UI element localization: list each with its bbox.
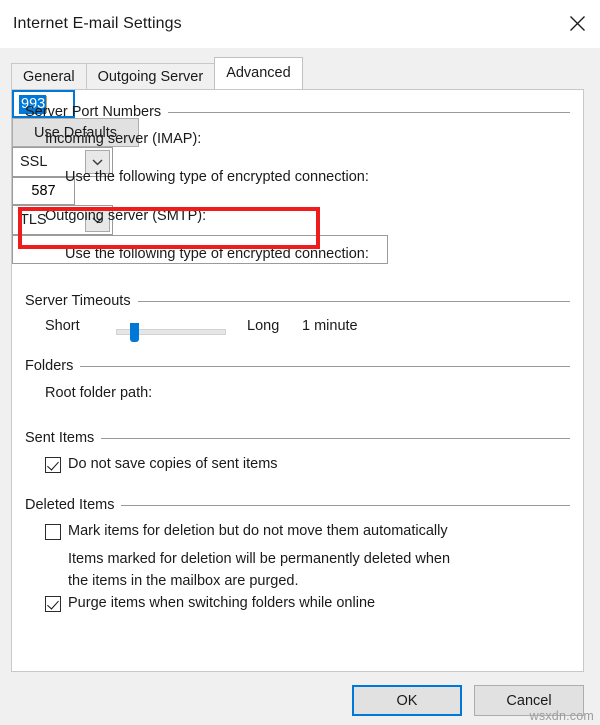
deletion-hint-line-2: the items in the mailbox are purged.: [68, 571, 299, 592]
close-icon: [569, 15, 586, 32]
outgoing-encryption-value: TLS: [13, 212, 47, 228]
group-rule: [121, 505, 570, 506]
timeout-long-label-wrap: Long: [247, 318, 279, 334]
group-label-server-timeouts: Server Timeouts: [25, 293, 138, 309]
group-rule: [101, 438, 570, 439]
checkbox-box[interactable]: [45, 524, 61, 540]
tab-strip: General Outgoing Server Advanced: [11, 58, 302, 89]
advanced-tab-panel: Server Port Numbers Incoming server (IMA…: [11, 89, 584, 672]
group-server-timeouts: Server Timeouts: [25, 293, 570, 309]
checkbox-do-not-save-copies[interactable]: Do not save copies of sent items: [45, 456, 278, 473]
group-rule: [80, 366, 570, 367]
checkbox-label: Purge items when switching folders while…: [68, 595, 375, 611]
outgoing-encryption-row: Use the following type of encrypted conn…: [65, 246, 369, 262]
timeout-short-label-wrap: Short: [45, 318, 80, 334]
group-label-folders: Folders: [25, 358, 80, 374]
window-title: Internet E-mail Settings: [13, 15, 182, 33]
outgoing-server-row: Outgoing server (SMTP):: [45, 208, 206, 224]
group-label-sent-items: Sent Items: [25, 430, 101, 446]
group-server-port-numbers: Server Port Numbers: [25, 104, 570, 120]
cancel-button-label: Cancel: [506, 693, 551, 709]
timeout-slider-thumb[interactable]: [130, 323, 139, 342]
group-deleted-items: Deleted Items: [25, 497, 570, 513]
incoming-encryption-value: SSL: [13, 154, 47, 170]
timeout-short-label: Short: [45, 318, 80, 334]
timeout-value-label: 1 minute: [302, 318, 358, 334]
checkbox-box[interactable]: [45, 457, 61, 473]
tab-advanced[interactable]: Advanced: [214, 57, 303, 89]
timeout-long-label: Long: [247, 318, 279, 334]
incoming-encryption-label: Use the following type of encrypted conn…: [65, 169, 369, 185]
checkbox-purge-items[interactable]: Purge items when switching folders while…: [45, 595, 375, 612]
checkbox-label: Do not save copies of sent items: [68, 456, 278, 472]
deletion-hint-line-1: Items marked for deletion will be perman…: [68, 549, 450, 570]
incoming-server-label: Incoming server (IMAP):: [45, 131, 201, 147]
group-label-server-port-numbers: Server Port Numbers: [25, 104, 168, 120]
group-folders: Folders: [25, 358, 570, 374]
incoming-encryption-row: Use the following type of encrypted conn…: [65, 169, 369, 185]
outgoing-server-label: Outgoing server (SMTP):: [45, 208, 206, 224]
checkbox-box[interactable]: [45, 596, 61, 612]
tab-general[interactable]: General: [11, 63, 87, 89]
timeout-slider[interactable]: [116, 329, 226, 335]
group-rule: [168, 112, 570, 113]
group-label-deleted-items: Deleted Items: [25, 497, 121, 513]
root-folder-label: Root folder path:: [45, 385, 152, 401]
checkbox-mark-items-for-deletion[interactable]: Mark items for deletion but do not move …: [45, 523, 448, 540]
root-folder-row: Root folder path:: [45, 385, 152, 401]
checkbox-label: Mark items for deletion but do not move …: [68, 523, 448, 539]
watermark: wsxdn.com: [530, 709, 594, 723]
tab-outgoing-server[interactable]: Outgoing Server: [86, 63, 216, 89]
timeout-value-wrap: 1 minute: [302, 318, 358, 334]
incoming-server-row: Incoming server (IMAP):: [45, 131, 201, 147]
outgoing-port-value: 587: [31, 183, 55, 199]
close-button[interactable]: [554, 0, 600, 46]
group-rule: [138, 301, 570, 302]
ok-button-label: OK: [397, 693, 418, 709]
title-bar: Internet E-mail Settings: [0, 0, 600, 48]
outgoing-encryption-label: Use the following type of encrypted conn…: [65, 246, 369, 262]
group-sent-items: Sent Items: [25, 430, 570, 446]
ok-button[interactable]: OK: [352, 685, 462, 716]
